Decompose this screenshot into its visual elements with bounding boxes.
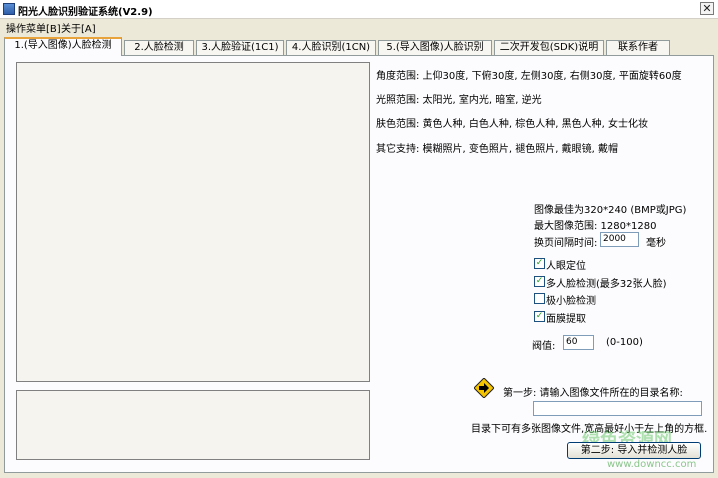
menu-about[interactable]: 关于[A] xyxy=(61,20,96,35)
interval-label: 换页间隔时间: xyxy=(534,238,598,249)
step1-label: 第一步: 请输入图像文件所在的目录名称: xyxy=(503,388,683,399)
interval-unit: 毫秒 xyxy=(646,238,666,249)
threshold-input[interactable]: 60 xyxy=(563,335,594,350)
tab-face-detect[interactable]: 2.人脸检测 xyxy=(124,40,194,55)
interval-input[interactable]: 2000 xyxy=(600,232,639,247)
menu-operations[interactable]: 操作菜单[B] xyxy=(6,20,61,35)
tab-contact[interactable]: 联系作者 xyxy=(606,40,670,55)
option-checkbox[interactable]: ✓ xyxy=(534,311,545,322)
info-light: 光照范围: 太阳光, 室内光, 暗室, 逆光 xyxy=(376,95,542,106)
window-title: 阳光人脸识别验证系统(V2.9) xyxy=(18,7,153,18)
info-angle: 角度范围: 上仰30度, 下俯30度, 左侧30度, 右侧30度, 平面旋转60… xyxy=(376,71,682,82)
tab-face-identify[interactable]: 4.人脸识别(1CN) xyxy=(286,40,376,55)
import-detect-button[interactable]: 第二步: 导入并检测人脸 xyxy=(567,442,701,459)
best-size-text: 图像最佳为320*240 (BMP或JPG) xyxy=(534,205,687,216)
info-skin: 肤色范围: 黄色人种, 白色人种, 棕色人种, 黑色人种, 女士化妆 xyxy=(376,119,648,130)
option-label: 多人脸检测(最多32张人脸) xyxy=(546,279,667,290)
result-box xyxy=(16,390,370,460)
info-other: 其它支持: 模糊照片, 变色照片, 褪色照片, 戴眼镜, 戴帽 xyxy=(376,144,618,155)
option-checkbox[interactable]: ✓ xyxy=(534,276,545,287)
option-checkbox[interactable] xyxy=(534,293,545,304)
close-button[interactable]: ✕ xyxy=(700,2,714,15)
max-size-text: 最大图像范围: 1280*1280 xyxy=(534,221,657,232)
watermark-url: www.downcc.com xyxy=(607,459,697,470)
directory-input[interactable] xyxy=(533,401,702,416)
tab-import-detect[interactable]: 1.(导入图像)人脸检测 xyxy=(4,37,122,56)
tab-sdk[interactable]: 二次开发包(SDK)说明 xyxy=(494,40,604,55)
tab-face-verify[interactable]: 3.人脸验证(1C1) xyxy=(196,40,284,55)
title-bar: 阳光人脸识别验证系统(V2.9) ✕ xyxy=(0,0,718,19)
threshold-range: (0-100) xyxy=(606,337,643,348)
tab-strip: 1.(导入图像)人脸检测 2.人脸检测 3.人脸验证(1C1) 4.人脸识别(1… xyxy=(4,37,714,56)
tab-import-identify[interactable]: 5.(导入图像)人脸识别 xyxy=(378,40,492,55)
menu-bar: 操作菜单[B] 关于[A] xyxy=(0,19,718,35)
option-label: 极小脸检测 xyxy=(546,296,596,307)
threshold-label: 阀值: xyxy=(532,341,556,352)
app-icon xyxy=(3,3,15,15)
image-preview xyxy=(16,62,370,382)
arrow-right-icon xyxy=(474,378,494,398)
option-label: 面膜提取 xyxy=(546,314,586,325)
option-checkbox[interactable]: ✓ xyxy=(534,258,545,269)
option-label: 人眼定位 xyxy=(546,261,586,272)
